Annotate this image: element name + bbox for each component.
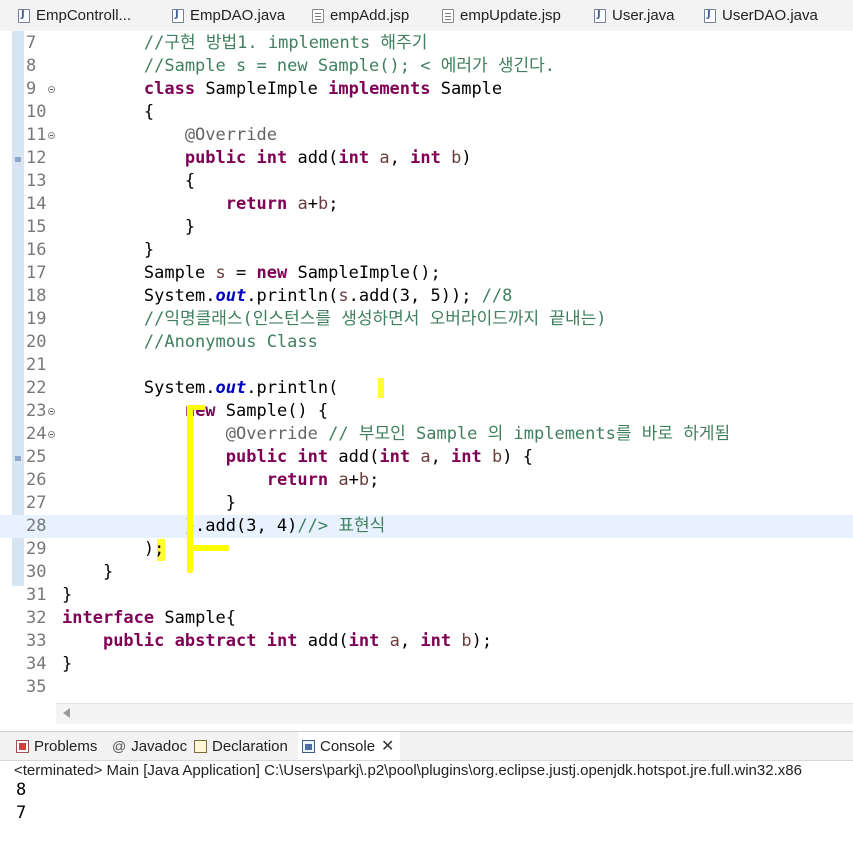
close-icon[interactable]: ✕ <box>381 736 394 756</box>
syntax-line: return a+b; <box>266 470 380 490</box>
syntax-line: public int add(int a, int b) { <box>225 447 533 467</box>
code-line: 7 //구현 방법1. implements 해주기 <box>26 33 428 53</box>
code-line: 8 //Sample s = new Sample(); < 에러가 생긴다. <box>26 56 555 76</box>
fold-toggle-icon[interactable] <box>48 431 55 438</box>
console-line: 7 <box>16 803 27 823</box>
code-line: 16 } <box>26 240 155 260</box>
code-line: 26 return a+b; <box>26 470 380 490</box>
tab-problems[interactable]: Problems <box>16 732 97 760</box>
syntax-line: return a+b; <box>225 194 339 214</box>
java-file-icon <box>18 8 30 23</box>
declaration-icon <box>194 739 207 753</box>
console-output: 8 7 <box>16 779 26 825</box>
code-line: 30 } <box>26 562 114 582</box>
code-line: 14 return a+b; <box>26 194 339 214</box>
code-line: 29 ); <box>26 539 165 561</box>
fold-toggle-icon[interactable] <box>48 132 55 139</box>
code-line: 9 class SampleImple implements Sample <box>26 79 503 99</box>
code-line: 32 interface Sample{ <box>26 608 237 628</box>
code-line: 21 <box>26 355 47 375</box>
code-line: 15 } <box>26 217 196 237</box>
java-file-icon <box>704 8 716 23</box>
code-line: 27 } <box>26 493 236 513</box>
code-line: 19 //익명클래스(인스턴스를 생성하면서 오버라이드까지 끝내는) <box>26 309 607 329</box>
horizontal-scrollbar[interactable] <box>56 703 853 724</box>
syntax-line: interface Sample{ <box>62 608 237 628</box>
tab-empdao[interactable]: EmpDAO.java <box>172 0 285 31</box>
tab-declaration[interactable]: Declaration <box>194 732 288 760</box>
tab-console[interactable]: Console ✕ <box>298 732 401 760</box>
jsp-file-icon <box>312 8 324 23</box>
tab-empcontroller[interactable]: EmpControll... <box>18 0 131 31</box>
code-line: 25 public int add(int a, int b) { <box>26 447 533 467</box>
syntax-line: Sample s = new SampleImple(); <box>62 263 441 283</box>
code-line: 31} <box>26 585 73 605</box>
syntax-line: }.add(3, 4)//> 표현식 <box>62 516 386 536</box>
code-line: 35 <box>26 677 47 697</box>
java-file-icon <box>172 8 184 23</box>
yellow-annotation-bracket <box>187 545 229 551</box>
console-line: 8 <box>16 780 27 800</box>
java-file-icon <box>594 8 606 23</box>
code-editor[interactable]: 7 //구현 방법1. implements 해주기 8 //Sample s … <box>0 31 853 724</box>
code-line: 17 Sample s = new SampleImple(); <box>26 263 441 283</box>
syntax-line: System.out.println(s.add(3, 5)); //8 <box>62 286 513 306</box>
code-line: 13 { <box>26 171 196 191</box>
syntax-line: public abstract int add(int a, int b); <box>102 631 493 651</box>
code-lines: 7 //구현 방법1. implements 해주기 8 //Sample s … <box>0 32 853 699</box>
editor-tab-bar: EmpControll... EmpDAO.java empAdd.jsp em… <box>0 0 853 32</box>
syntax-line: new Sample() { <box>184 401 329 421</box>
syntax-line: @Override // 부모인 Sample 의 implements를 바로… <box>225 424 731 444</box>
code-line: 10 { <box>26 102 155 122</box>
code-line: 22 System.out.println( <box>0 377 853 400</box>
code-line: 33 public abstract int add(int a, int b)… <box>26 631 493 651</box>
code-line: 34} <box>26 654 73 674</box>
syntax-line: public int add(int a, int b) <box>184 148 472 168</box>
tab-empupdate-jsp[interactable]: empUpdate.jsp <box>442 0 561 31</box>
scroll-left-icon[interactable] <box>63 708 70 718</box>
tab-empadd-jsp[interactable]: empAdd.jsp <box>312 0 409 31</box>
yellow-highlight <box>378 378 384 398</box>
code-line: 20 //Anonymous Class <box>26 332 318 352</box>
current-code-line: 28 }.add(3, 4)//> 표현식 <box>0 515 853 538</box>
tab-javadoc[interactable]: @ Javadoc <box>112 732 187 760</box>
console-status: <terminated> Main [Java Application] C:\… <box>14 762 802 779</box>
tab-user-java[interactable]: User.java <box>594 0 675 31</box>
code-line: 11 @Override <box>26 125 277 145</box>
javadoc-icon: @ <box>112 737 127 754</box>
syntax-line: class SampleImple implements Sample <box>143 79 503 99</box>
code-line: 24 @Override // 부모인 Sample 의 implements를… <box>26 424 731 444</box>
jsp-file-icon <box>442 8 454 23</box>
code-line: 12 public int add(int a, int b) <box>26 148 472 168</box>
fold-toggle-icon[interactable] <box>48 86 55 93</box>
code-line: 23 new Sample() { <box>26 401 329 421</box>
console-icon <box>302 739 315 753</box>
panel-tab-bar: Problems @ Javadoc Declaration Console ✕ <box>0 731 853 761</box>
fold-toggle-icon[interactable] <box>48 408 55 415</box>
code-line: 18 System.out.println(s.add(3, 5)); //8 <box>26 286 513 306</box>
problems-icon <box>16 739 29 753</box>
syntax-line: System.out.println( <box>62 378 339 398</box>
tab-userdao-java[interactable]: UserDAO.java <box>704 0 818 31</box>
